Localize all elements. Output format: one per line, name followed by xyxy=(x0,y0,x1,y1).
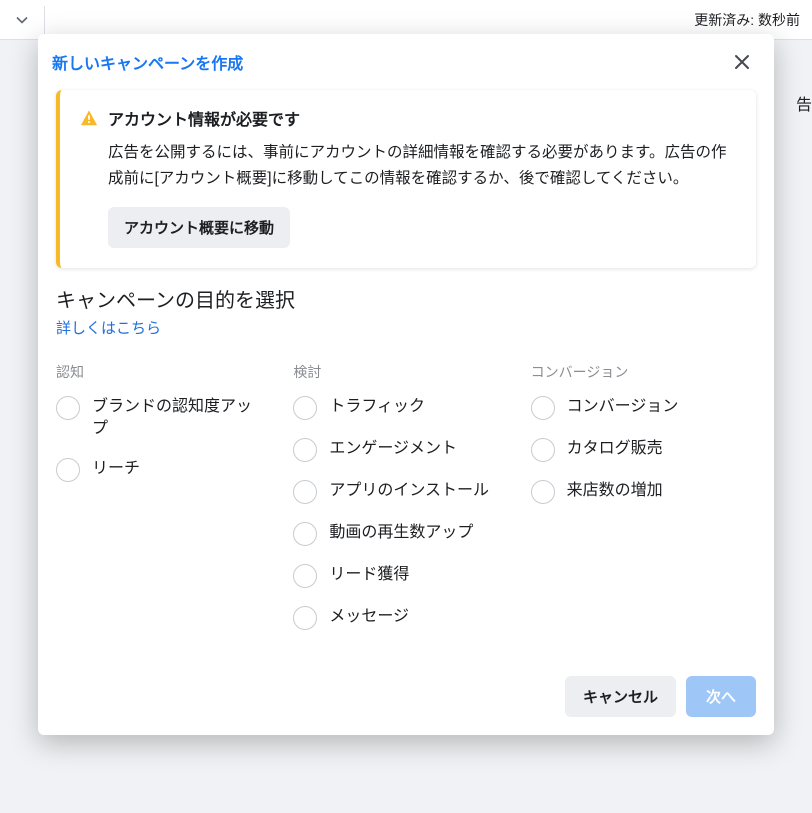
modal-body: アカウント情報が必要です 広告を公開するには、事前にアカウントの詳細情報を確認す… xyxy=(38,86,774,735)
objective-label: カタログ販売 xyxy=(567,438,663,460)
close-button[interactable] xyxy=(728,48,756,76)
objective-traffic[interactable]: トラフィック xyxy=(293,396,518,420)
modal-backdrop: 新しいキャンペーンを作成 アカウント情報が必要です 広告を公開するには、事前にア… xyxy=(0,0,812,813)
alert-title: アカウント情報が必要です xyxy=(108,106,300,130)
radio[interactable] xyxy=(293,606,317,630)
modal-footer: キャンセル 次へ xyxy=(56,676,756,717)
alert-head: アカウント情報が必要です xyxy=(80,106,736,130)
objective-label: 来店数の増加 xyxy=(567,480,663,502)
radio[interactable] xyxy=(293,396,317,420)
objective-label: アプリのインストール xyxy=(329,480,489,502)
learn-more-link[interactable]: 詳しくはこちら xyxy=(56,317,161,338)
warning-icon xyxy=(80,109,98,127)
objective-label: コンバージョン xyxy=(567,396,679,418)
modal-title: 新しいキャンペーンを作成 xyxy=(52,50,243,74)
radio[interactable] xyxy=(531,438,555,462)
objective-catalog-sales[interactable]: カタログ販売 xyxy=(531,438,756,462)
close-icon xyxy=(733,53,751,71)
next-button[interactable]: 次へ xyxy=(686,676,756,717)
objective-brand-awareness[interactable]: ブランドの認知度アップ xyxy=(56,396,281,441)
radio[interactable] xyxy=(293,522,317,546)
account-info-alert: アカウント情報が必要です 広告を公開するには、事前にアカウントの詳細情報を確認す… xyxy=(56,90,756,268)
radio[interactable] xyxy=(56,458,80,482)
column-head: 検討 xyxy=(293,362,518,382)
radio[interactable] xyxy=(531,480,555,504)
objective-app-installs[interactable]: アプリのインストール xyxy=(293,480,518,504)
objective-label: リーチ xyxy=(92,458,140,480)
column-head: 認知 xyxy=(56,362,281,382)
go-to-account-overview-button[interactable]: アカウント概要に移動 xyxy=(108,207,290,248)
objective-store-traffic[interactable]: 来店数の増加 xyxy=(531,480,756,504)
section-title: キャンペーンの目的を選択 xyxy=(56,284,756,313)
alert-body: 広告を公開するには、事前にアカウントの詳細情報を確認する必要があります。広告の作… xyxy=(108,140,736,193)
column-head: コンバージョン xyxy=(531,362,756,382)
create-campaign-modal: 新しいキャンペーンを作成 アカウント情報が必要です 広告を公開するには、事前にア… xyxy=(38,34,774,735)
radio[interactable] xyxy=(56,396,80,420)
objective-reach[interactable]: リーチ xyxy=(56,458,281,482)
column-awareness: 認知 ブランドの認知度アップ リーチ xyxy=(56,362,281,648)
objective-columns: 認知 ブランドの認知度アップ リーチ 検討 トラフィック xyxy=(56,362,756,648)
objective-label: リード獲得 xyxy=(329,564,409,586)
objective-label: トラフィック xyxy=(329,396,425,418)
radio[interactable] xyxy=(293,438,317,462)
objective-engagement[interactable]: エンゲージメント xyxy=(293,438,518,462)
objective-messages[interactable]: メッセージ xyxy=(293,606,518,630)
radio[interactable] xyxy=(531,396,555,420)
objective-label: エンゲージメント xyxy=(329,438,457,460)
objective-label: ブランドの認知度アップ xyxy=(92,396,262,441)
modal-header: 新しいキャンペーンを作成 xyxy=(38,34,774,86)
objective-label: 動画の再生数アップ xyxy=(329,522,473,544)
column-conversion: コンバージョン コンバージョン カタログ販売 来店数の増加 xyxy=(531,362,756,648)
objective-label: メッセージ xyxy=(329,606,409,628)
radio[interactable] xyxy=(293,564,317,588)
objective-conversions[interactable]: コンバージョン xyxy=(531,396,756,420)
cancel-button[interactable]: キャンセル xyxy=(565,676,676,717)
objective-lead-generation[interactable]: リード獲得 xyxy=(293,564,518,588)
column-consideration: 検討 トラフィック エンゲージメント アプリのインストール xyxy=(293,362,518,648)
radio[interactable] xyxy=(293,480,317,504)
objective-video-views[interactable]: 動画の再生数アップ xyxy=(293,522,518,546)
